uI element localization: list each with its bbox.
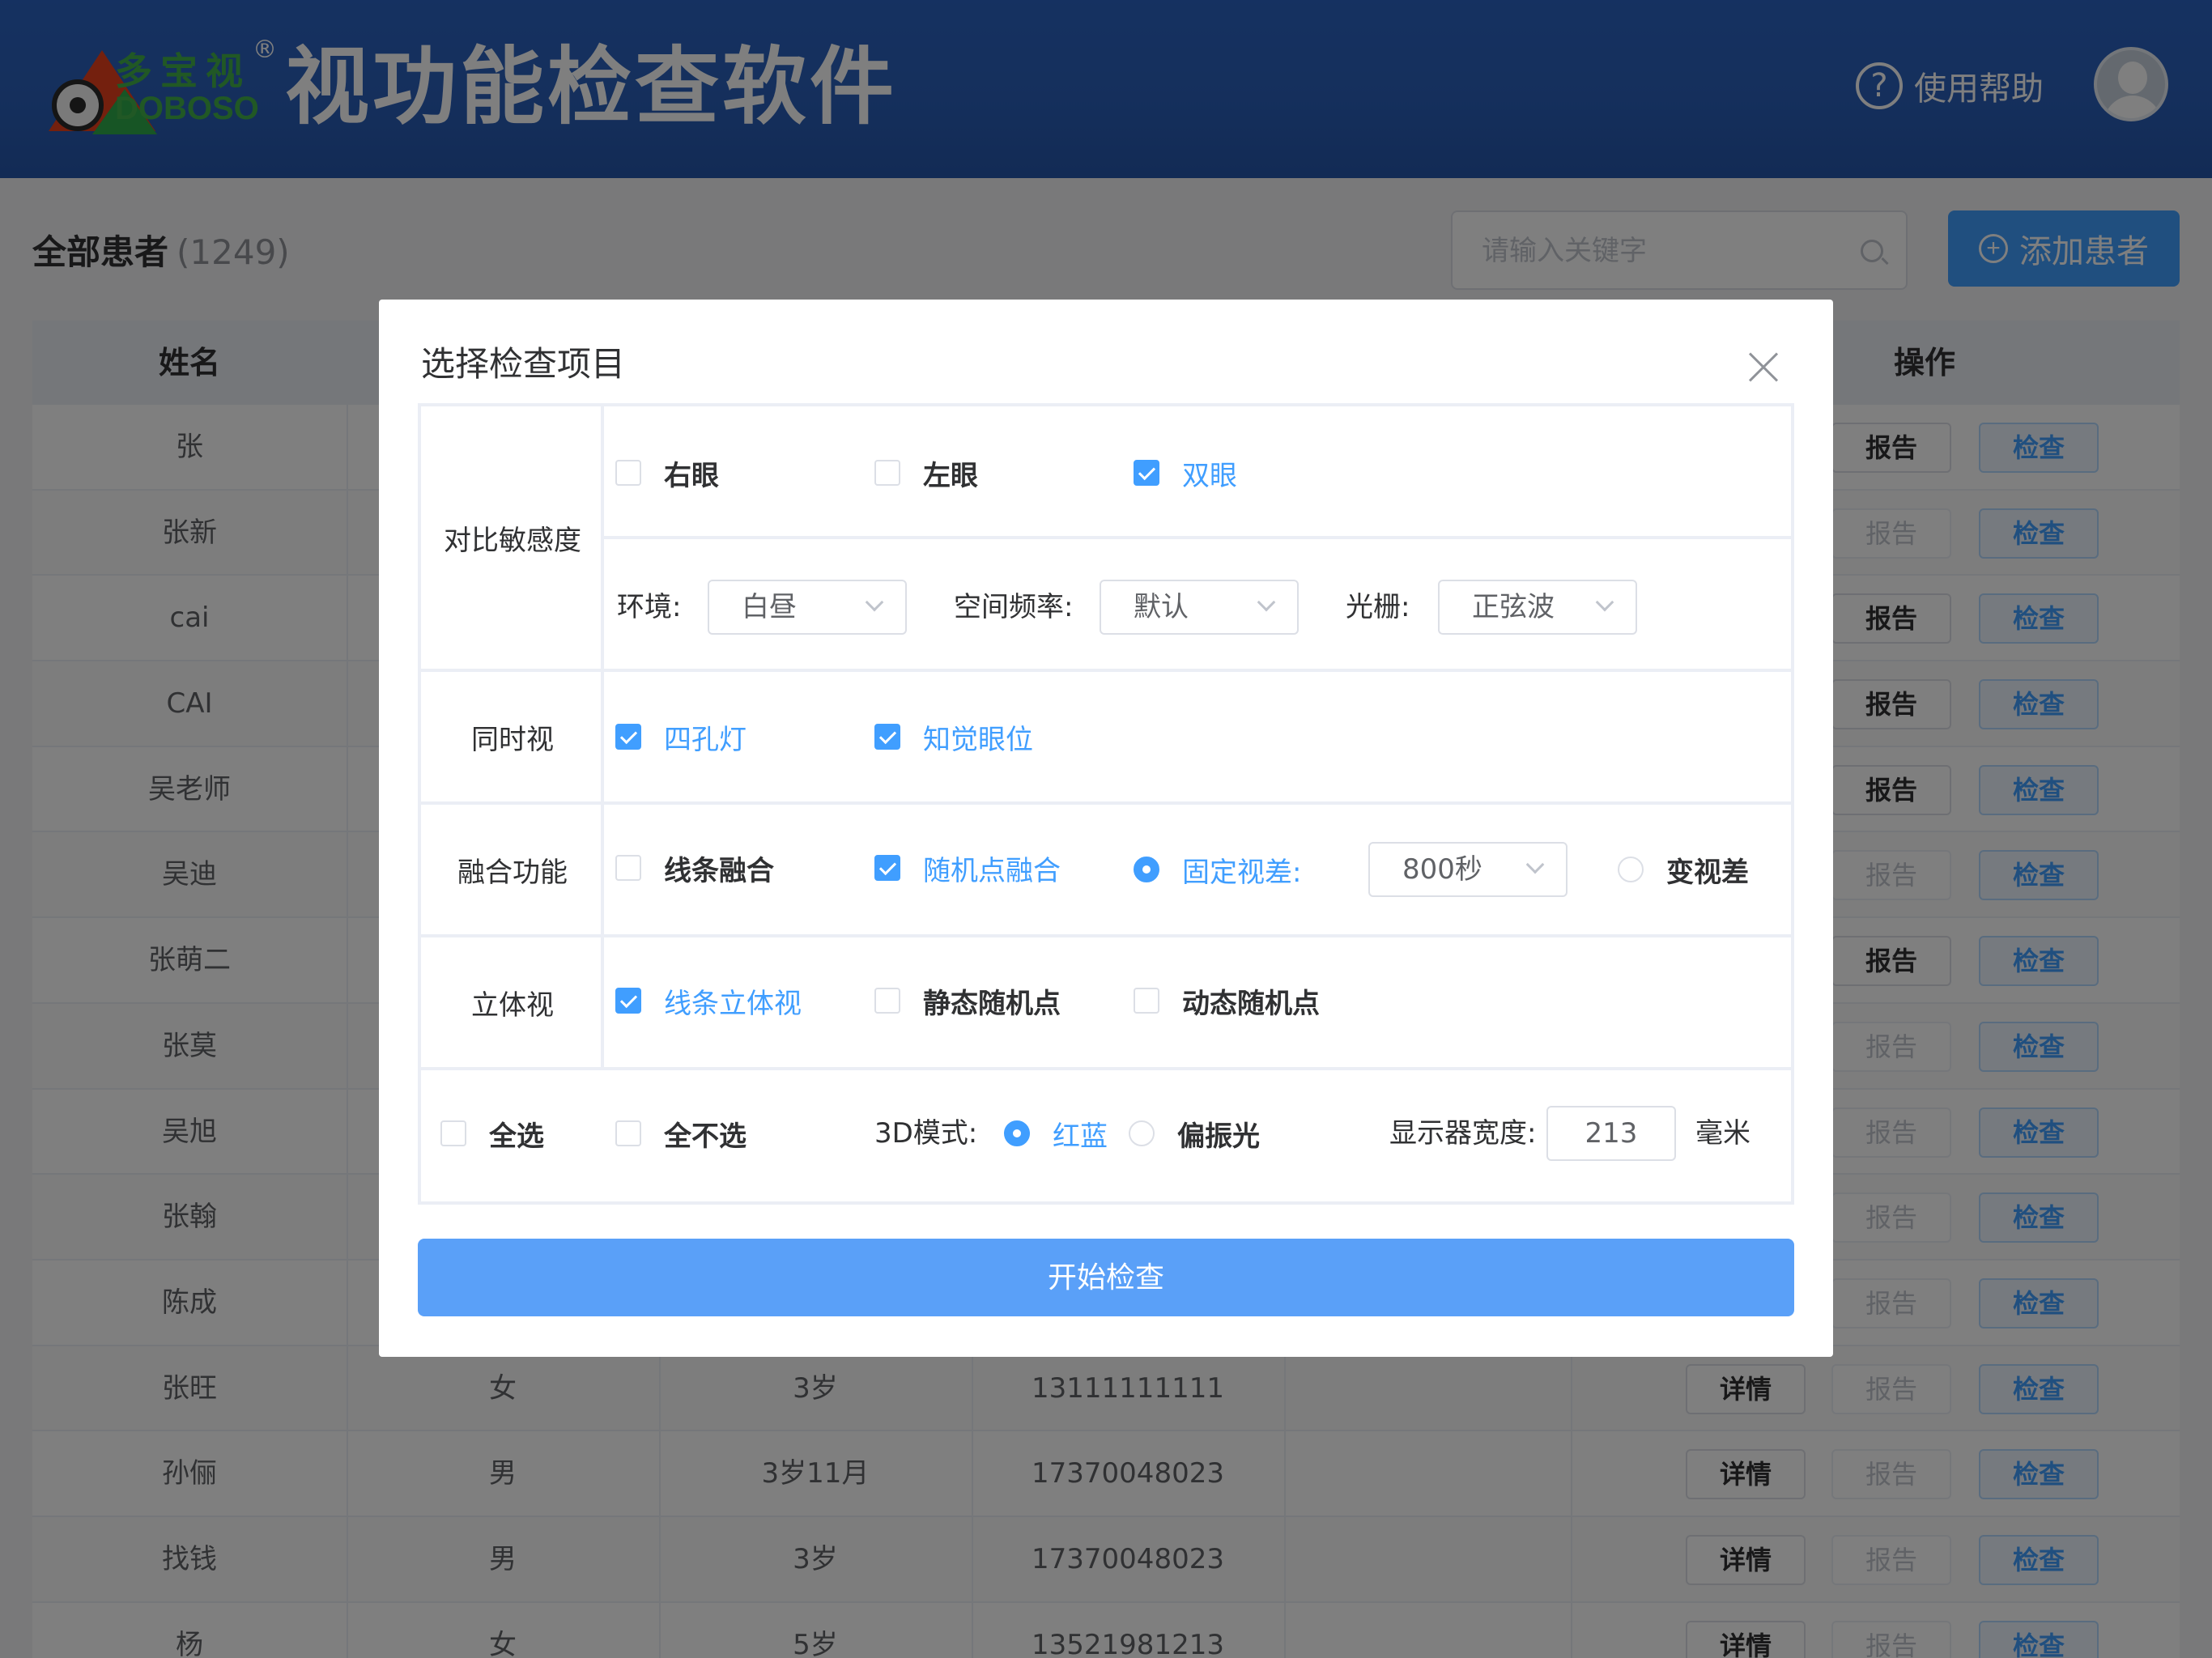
- line-fusion-checkbox[interactable]: 线条融合: [615, 848, 774, 887]
- both-eyes-label: 双眼: [1182, 459, 1237, 492]
- line-stereo-checkbox[interactable]: 线条立体视: [615, 981, 802, 1020]
- 3d-mode-label: 3D模式:: [874, 1117, 978, 1150]
- dialog-title: 选择检查项目: [421, 344, 626, 384]
- spatial-frequency-select[interactable]: 默认: [1100, 580, 1299, 635]
- perceived-eye-label: 知觉眼位: [923, 723, 1033, 756]
- environment-select[interactable]: 白昼: [708, 580, 907, 635]
- checkbox-checked-icon: [615, 724, 641, 750]
- radio-icon: [1618, 857, 1644, 882]
- spatial-frequency-label: 空间频率:: [954, 591, 1074, 623]
- checkbox-checked-icon: [874, 724, 900, 750]
- chevron-down-icon: [865, 593, 884, 612]
- line-stereo-label: 线条立体视: [664, 987, 802, 1020]
- disparity-value: 800秒: [1402, 853, 1482, 886]
- right-eye-checkbox[interactable]: 右眼: [615, 453, 719, 492]
- fixed-disparity-radio[interactable]: 固定视差:: [1134, 850, 1301, 889]
- variable-disparity-radio[interactable]: 变视差: [1618, 850, 1749, 889]
- environment-label: 环境:: [617, 591, 682, 623]
- both-eyes-checkbox[interactable]: 双眼: [1134, 453, 1237, 492]
- dynamic-random-dot-label: 动态随机点: [1182, 987, 1320, 1020]
- disparity-select[interactable]: 800秒: [1368, 842, 1568, 897]
- four-dot-checkbox[interactable]: 四孔灯: [615, 717, 747, 756]
- four-dot-label: 四孔灯: [664, 723, 747, 756]
- radio-selected-icon: [1134, 857, 1159, 882]
- checkbox-checked-icon: [615, 988, 641, 1014]
- red-blue-label: 红蓝: [1053, 1120, 1108, 1153]
- checkbox-icon: [615, 855, 641, 881]
- divider: [421, 669, 1791, 672]
- radio-icon: [1129, 1120, 1155, 1146]
- dynamic-random-dot-checkbox[interactable]: 动态随机点: [1134, 981, 1320, 1020]
- grating-select[interactable]: 正弦波: [1438, 580, 1637, 635]
- random-dot-fusion-label: 随机点融合: [923, 854, 1061, 887]
- static-random-dot-label: 静态随机点: [923, 987, 1061, 1020]
- right-eye-label: 右眼: [664, 459, 719, 492]
- divider: [604, 536, 1791, 539]
- environment-value: 白昼: [742, 591, 797, 623]
- checkbox-checked-icon: [874, 855, 900, 881]
- select-exam-dialog: 选择检查项目 对比敏感度 右眼 左眼 双眼 环境: 白昼 空间频率: 默认 光栅…: [379, 300, 1833, 1357]
- select-none-label: 全不选: [664, 1120, 747, 1153]
- random-dot-fusion-checkbox[interactable]: 随机点融合: [874, 848, 1061, 887]
- divider: [421, 801, 1791, 805]
- perceived-eye-checkbox[interactable]: 知觉眼位: [874, 717, 1033, 756]
- width-unit-label: 毫米: [1695, 1117, 1750, 1150]
- exam-options-grid: 对比敏感度 右眼 左眼 双眼 环境: 白昼 空间频率: 默认 光栅: 正弦波 同…: [418, 403, 1794, 1205]
- select-none-checkbox[interactable]: 全不选: [615, 1114, 747, 1153]
- start-exam-button[interactable]: 开始检查: [418, 1239, 1794, 1316]
- display-width-input[interactable]: [1546, 1106, 1676, 1161]
- checkbox-icon: [874, 988, 900, 1014]
- chevron-down-icon: [1525, 855, 1545, 874]
- line-fusion-label: 线条融合: [664, 854, 774, 887]
- display-width-label: 显示器宽度:: [1389, 1117, 1537, 1150]
- checkbox-icon: [874, 460, 900, 486]
- select-all-checkbox[interactable]: 全选: [440, 1114, 544, 1153]
- left-eye-label: 左眼: [923, 459, 978, 492]
- polarized-radio[interactable]: 偏振光: [1129, 1114, 1260, 1153]
- stereo-label: 立体视: [471, 989, 554, 1022]
- red-blue-radio[interactable]: 红蓝: [1004, 1114, 1108, 1153]
- select-all-label: 全选: [489, 1120, 544, 1153]
- chevron-down-icon: [1257, 593, 1276, 612]
- close-icon[interactable]: [1747, 351, 1780, 384]
- static-random-dot-checkbox[interactable]: 静态随机点: [874, 981, 1061, 1020]
- checkbox-icon: [440, 1120, 466, 1146]
- radio-selected-icon: [1004, 1120, 1030, 1146]
- chevron-down-icon: [1595, 593, 1614, 612]
- checkbox-icon: [1134, 988, 1159, 1014]
- grating-value: 正弦波: [1472, 591, 1555, 623]
- divider: [421, 934, 1791, 937]
- variable-disparity-label: 变视差: [1666, 856, 1749, 889]
- checkbox-icon: [615, 1120, 641, 1146]
- contrast-label: 对比敏感度: [444, 525, 581, 557]
- left-eye-checkbox[interactable]: 左眼: [874, 453, 978, 492]
- simultaneous-label: 同时视: [471, 724, 554, 756]
- fixed-disparity-label: 固定视差:: [1182, 856, 1302, 889]
- divider: [421, 1067, 1791, 1070]
- checkbox-checked-icon: [1134, 460, 1159, 486]
- grating-label: 光栅:: [1346, 591, 1410, 623]
- polarized-label: 偏振光: [1177, 1120, 1260, 1153]
- spatial-frequency-value: 默认: [1134, 591, 1189, 623]
- checkbox-icon: [615, 460, 641, 486]
- fusion-label: 融合功能: [457, 857, 568, 889]
